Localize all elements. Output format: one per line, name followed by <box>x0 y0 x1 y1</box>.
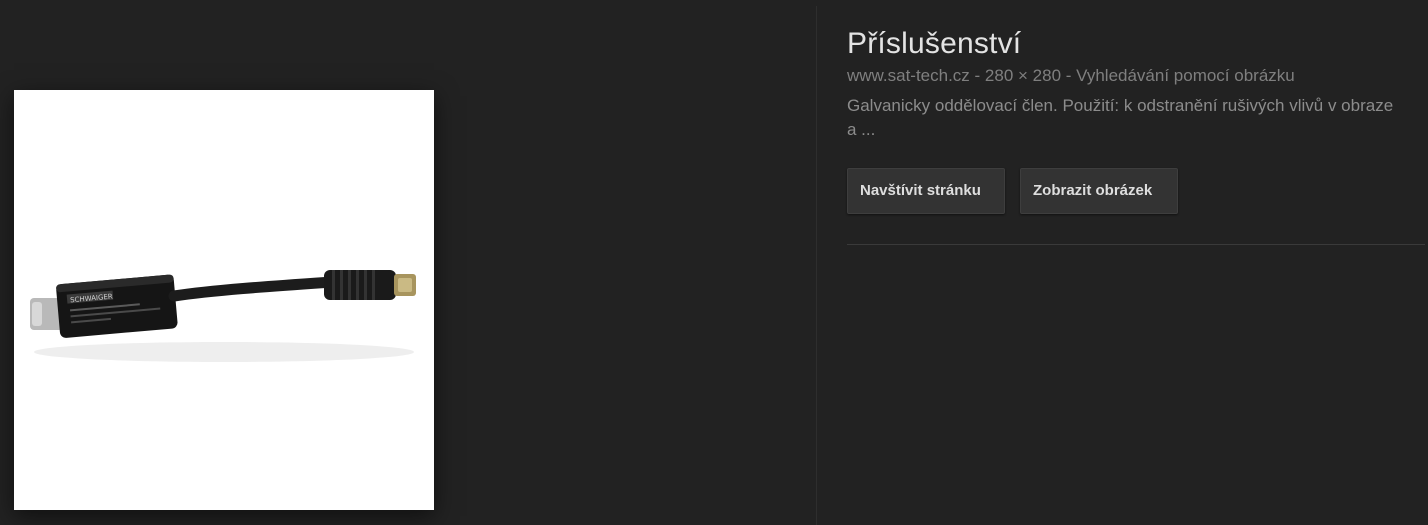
preview-image[interactable]: SCHWAIGER <box>14 90 434 510</box>
result-description: Galvanicky oddělovací člen. Použití: k o… <box>847 96 1394 139</box>
result-title[interactable]: Příslušenství <box>847 26 1417 62</box>
result-source-line[interactable]: www.sat-tech.cz - 280 × 280 - Vyhledáván… <box>847 65 1417 87</box>
view-image-button[interactable]: Zobrazit obrázek <box>1020 168 1178 214</box>
panel-divider <box>816 6 817 525</box>
image-detail-panel: SCHWAIGER Příslušenství www.sat-tech.cz … <box>0 0 1428 525</box>
section-divider <box>847 244 1425 245</box>
cable-product-image: SCHWAIGER <box>14 90 434 510</box>
visit-page-button[interactable]: Navštívit stránku <box>847 168 1005 214</box>
result-actions: Navštívit stránku Zobrazit obrázek <box>847 168 1178 214</box>
result-info: Příslušenství www.sat-tech.cz - 280 × 28… <box>847 26 1417 142</box>
right-connector <box>324 270 416 300</box>
